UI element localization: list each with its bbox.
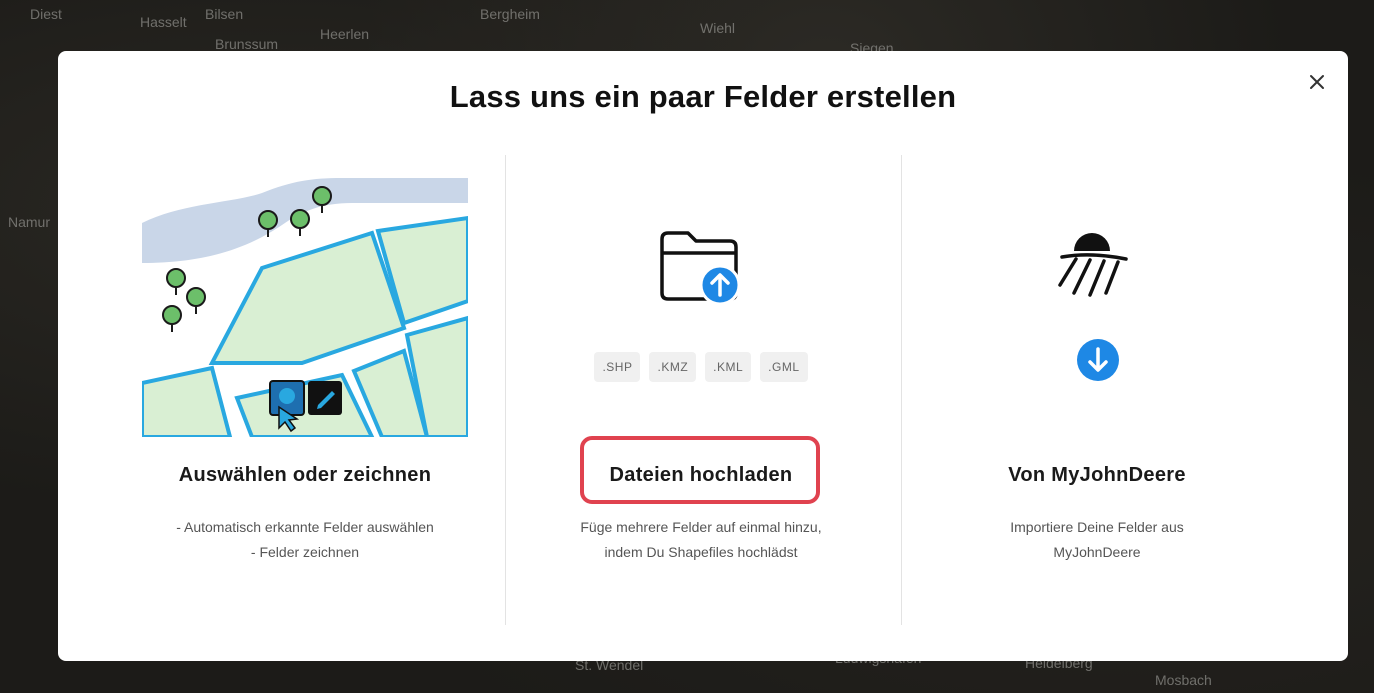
map-label: Hasselt [140,14,187,30]
map-label: Wiehl [700,20,736,36]
field-polygon [142,365,233,437]
file-type-chip: .KMZ [649,352,697,382]
description-line: - Felder zeichnen [250,544,360,560]
map-label: Namur [8,214,51,230]
pencil-icon [308,381,342,415]
folder-upload-icon [660,231,741,306]
highlight-outline [580,436,820,504]
field-polygon [208,230,407,365]
description-line: indem Du Shapefiles hochlädst [604,544,798,560]
field-map-illustration [142,178,468,437]
option-upload-files[interactable]: .SHP .KMZ .KML .GML Dateien hochladen Fü… [506,151,896,651]
description-line: - Automatisch erkannte Felder auswählen [176,519,434,535]
description-line: MyJohnDeere [1053,544,1141,560]
map-label: Diest [30,6,62,22]
option-myjohndeere[interactable]: Von MyJohnDeere Importiere Deine Felder … [902,151,1292,651]
download-arrow-icon [1077,339,1119,381]
map-label: Mosbach [1155,672,1212,688]
modal-title: Lass uns ein paar Felder erstellen [449,79,957,114]
file-type-chips: .SHP .KMZ .KML .GML [506,352,896,382]
field-sun-icon [1058,233,1128,297]
option-description: Importiere Deine Felder aus MyJohnDeere [902,515,1292,565]
map-label: Brunssum [215,36,279,52]
description-line: Füge mehrere Felder auf einmal hinzu, [580,519,822,535]
description-line: Importiere Deine Felder aus [1010,519,1184,535]
map-label: Bergheim [480,6,540,22]
option-title: Von MyJohnDeere [1008,464,1186,486]
file-type-chip: .SHP [594,352,641,382]
option-description: Füge mehrere Felder auf einmal hinzu, in… [506,515,896,565]
option-title: Auswählen oder zeichnen [178,464,432,486]
map-label: Heerlen [320,26,370,42]
option-description: - Automatisch erkannte Felder auswählen … [110,515,500,565]
create-fields-modal: Lass uns ein paar Felder erstellen Auswä… [58,51,1348,661]
option-select-or-draw[interactable]: Auswählen oder zeichnen - Automatisch er… [110,151,500,651]
file-type-chip: .KML [705,352,752,382]
map-label: Bilsen [205,6,244,22]
file-type-chip: .GML [760,352,808,382]
